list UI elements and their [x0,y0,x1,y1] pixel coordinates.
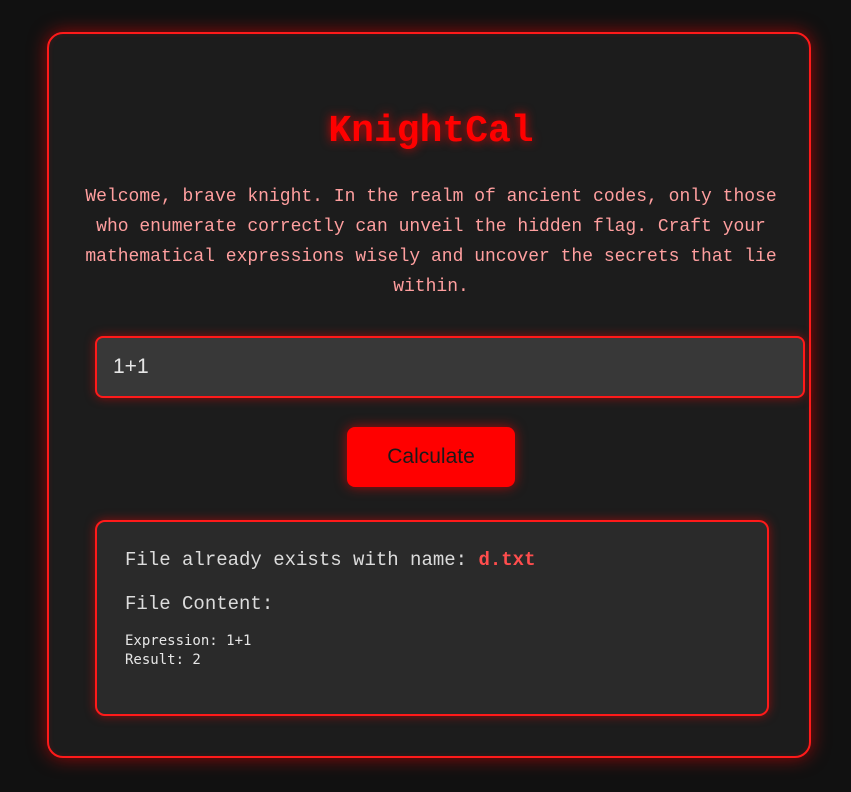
calculator-card: KnightCal Welcome, brave knight. In the … [47,32,811,758]
file-exists-prefix: File already exists with name: [125,549,479,571]
page-title: KnightCal [328,110,534,153]
calculate-button[interactable]: Calculate [347,427,515,487]
expression-input[interactable] [95,336,805,398]
result-panel: File already exists with name: d.txt Fil… [95,520,769,716]
file-content-result: Result: 2 [125,652,201,668]
intro-text: Welcome, brave knight. In the realm of a… [85,187,777,297]
file-content-label: File Content: [125,593,274,615]
file-content-expression: Expression: 1+1 [125,633,252,649]
file-content: Expression: 1+1 Result: 2 [125,632,767,670]
filename: d.txt [478,549,536,571]
file-exists-message: File already exists with name: d.txt [125,548,767,572]
